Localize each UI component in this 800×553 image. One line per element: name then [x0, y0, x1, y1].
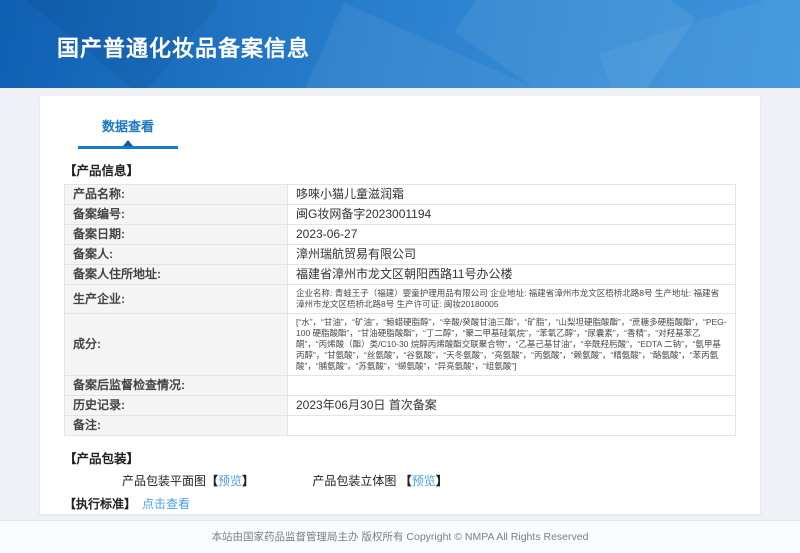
row-value: 2023年06月30日 首次备案 [288, 396, 736, 416]
packaging-flat-item: 产品包装平面图【预览】 [122, 474, 254, 488]
product-info-table: 产品名称:哆唻小猫儿童滋润霜备案编号:闽G妆网备字2023001194备案日期:… [64, 184, 736, 436]
main-content: 数据查看 【产品信息】 产品名称:哆唻小猫儿童滋润霜备案编号:闽G妆网备字202… [0, 88, 800, 520]
row-value [288, 376, 736, 396]
packaging-3d-preview-link[interactable]: 预览 [412, 474, 436, 488]
tab-data-view[interactable]: 数据查看 [78, 116, 178, 149]
table-row: 备注: [65, 416, 736, 436]
exec-standard-title: 【执行标准】 [64, 497, 136, 511]
page-header: 国产普通化妆品备案信息 [0, 0, 800, 88]
row-label: 备注: [65, 416, 288, 436]
row-label: 备案日期: [65, 225, 288, 245]
banner-decor-shape [454, 0, 696, 88]
table-row: 成分:[“水”，“甘油”，“矿油”，“鲸蜡硬脂醇”，“辛酸/癸酸甘油三酯”，“矿… [65, 314, 736, 376]
row-value: 企业名称: 青蛙王子（福建）婴童护理用品有限公司 企业地址: 福建省漳州市龙文区… [288, 285, 736, 314]
table-row: 备案后监督检查情况: [65, 376, 736, 396]
bracket-close: 】 [242, 474, 254, 488]
row-value: 闽G妆网备字2023001194 [288, 205, 736, 225]
page: 国产普通化妆品备案信息 数据查看 【产品信息】 产品名称:哆唻小猫儿童滋润霜备案… [0, 0, 800, 553]
copyright-text: 本站由国家药品监督管理局主办 版权所有 Copyright © NMPA All… [212, 531, 589, 543]
bracket-open: 【 [400, 474, 412, 488]
row-value [288, 416, 736, 436]
row-label: 历史记录: [65, 396, 288, 416]
row-label: 产品名称: [65, 185, 288, 205]
table-row: 备案编号:闽G妆网备字2023001194 [65, 205, 736, 225]
table-row: 备案人住所地址:福建省漳州市龙文区朝阳西路11号办公楼 [65, 265, 736, 285]
bracket-close: 】 [436, 474, 448, 488]
row-label: 备案后监督检查情况: [65, 376, 288, 396]
table-row: 备案人:漳州瑞航贸易有限公司 [65, 245, 736, 265]
packaging-3d-item: 产品包装立体图 【预览】 [312, 474, 447, 488]
row-value: 漳州瑞航贸易有限公司 [288, 245, 736, 265]
row-value: 福建省漳州市龙文区朝阳西路11号办公楼 [288, 265, 736, 285]
table-row: 产品名称:哆唻小猫儿童滋润霜 [65, 185, 736, 205]
row-label: 成分: [65, 314, 288, 376]
packaging-flat-label: 产品包装平面图 [122, 474, 206, 488]
row-value: 2023-06-27 [288, 225, 736, 245]
exec-standard-row: 【执行标准】点击查看 [64, 496, 736, 512]
row-label: 生产企业: [65, 285, 288, 314]
packaging-row: 产品包装平面图【预览】 产品包装立体图 【预览】 [64, 473, 736, 489]
table-row: 备案日期:2023-06-27 [65, 225, 736, 245]
tab-bar: 数据查看 [64, 96, 736, 149]
exec-standard-link[interactable]: 点击查看 [142, 497, 190, 511]
product-info-section-title: 【产品信息】 [64, 160, 736, 179]
row-value: 哆唻小猫儿童滋润霜 [288, 185, 736, 205]
product-info-table-body: 产品名称:哆唻小猫儿童滋润霜备案编号:闽G妆网备字2023001194备案日期:… [65, 185, 736, 436]
table-row: 历史记录:2023年06月30日 首次备案 [65, 396, 736, 416]
packaging-section-title: 【产品包装】 [64, 448, 736, 467]
row-label: 备案人住所地址: [65, 265, 288, 285]
tab-active-marker-icon [123, 140, 133, 146]
row-label: 备案编号: [65, 205, 288, 225]
content-card: 数据查看 【产品信息】 产品名称:哆唻小猫儿童滋润霜备案编号:闽G妆网备字202… [40, 96, 760, 514]
page-title: 国产普通化妆品备案信息 [57, 31, 310, 63]
bracket-open: 【 [206, 474, 218, 488]
row-label: 备案人: [65, 245, 288, 265]
row-value: [“水”，“甘油”，“矿油”，“鲸蜡硬脂醇”，“辛酸/癸酸甘油三酯”，“矿脂”，… [288, 314, 736, 376]
packaging-flat-preview-link[interactable]: 预览 [218, 474, 242, 488]
table-row: 生产企业:企业名称: 青蛙王子（福建）婴童护理用品有限公司 企业地址: 福建省漳… [65, 285, 736, 314]
banner-decor-shape [599, 0, 800, 88]
page-footer: 本站由国家药品监督管理局主办 版权所有 Copyright © NMPA All… [0, 520, 800, 553]
packaging-3d-label: 产品包装立体图 [312, 474, 399, 488]
tab-data-view-label: 数据查看 [102, 119, 154, 134]
banner-decor-shape [295, 2, 536, 88]
